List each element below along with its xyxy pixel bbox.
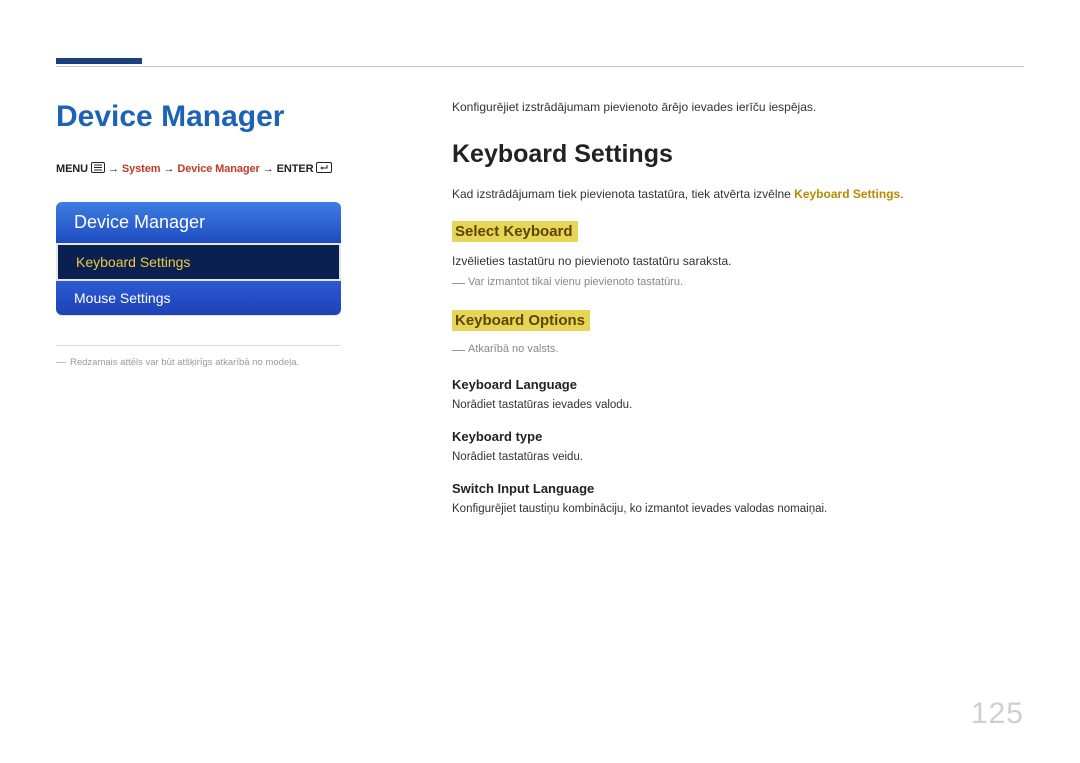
breadcrumb-arrow-2: → bbox=[163, 163, 174, 175]
keyboard-settings-description: Kad izstrādājumam tiek pievienota tastat… bbox=[452, 187, 1027, 201]
left-column: Device Manager MENU → System → Device Ma… bbox=[56, 100, 356, 369]
breadcrumb-enter-label: ENTER bbox=[277, 163, 314, 175]
header-rule bbox=[56, 66, 1024, 67]
subheading-select-keyboard: Select Keyboard bbox=[452, 221, 578, 242]
intro-text: Konfigurējiet izstrādājumam pievienoto ā… bbox=[452, 100, 1027, 114]
breadcrumb: MENU → System → Device Manager → ENTER bbox=[56, 162, 356, 176]
breadcrumb-arrow-1: → bbox=[108, 163, 119, 175]
panel-header: Device Manager bbox=[56, 202, 341, 243]
breadcrumb-menu-label: MENU bbox=[56, 163, 88, 175]
option-switch-input-language: Switch Input Language Konfigurējiet taus… bbox=[452, 481, 1027, 515]
option-text: Norādiet tastatūras ievades valodu. bbox=[452, 399, 1027, 411]
page: Device Manager MENU → System → Device Ma… bbox=[0, 0, 1080, 763]
left-divider bbox=[56, 345, 341, 346]
option-title: Switch Input Language bbox=[452, 481, 1027, 496]
breadcrumb-arrow-3: → bbox=[263, 163, 274, 175]
section-heading-keyboard-settings: Keyboard Settings bbox=[452, 140, 1027, 169]
option-keyboard-language: Keyboard Language Norādiet tastatūras ie… bbox=[452, 377, 1027, 411]
page-title: Device Manager bbox=[56, 100, 356, 134]
device-manager-panel: Device Manager Keyboard Settings Mouse S… bbox=[56, 202, 341, 315]
page-number: 125 bbox=[971, 697, 1024, 731]
description-prefix: Kad izstrādājumam tiek pievienota tastat… bbox=[452, 187, 794, 201]
panel-item-mouse-settings[interactable]: Mouse Settings bbox=[56, 281, 341, 315]
select-keyboard-note: Var izmantot tikai vienu pievienoto tast… bbox=[452, 276, 1027, 288]
panel-item-keyboard-settings[interactable]: Keyboard Settings bbox=[56, 243, 341, 281]
option-text: Norādiet tastatūras veidu. bbox=[452, 451, 1027, 463]
right-column: Konfigurējiet izstrādājumam pievienoto ā… bbox=[452, 100, 1027, 533]
panel-item-label: Keyboard Settings bbox=[76, 254, 190, 270]
breadcrumb-device-manager: Device Manager bbox=[177, 163, 259, 175]
subheading-keyboard-options: Keyboard Options bbox=[452, 310, 590, 331]
select-keyboard-text: Izvēlieties tastatūru no pievienoto tast… bbox=[452, 254, 1027, 268]
panel-item-label: Mouse Settings bbox=[74, 290, 171, 306]
description-highlight: Keyboard Settings bbox=[794, 187, 900, 201]
option-text: Konfigurējiet taustiņu kombināciju, ko i… bbox=[452, 503, 1027, 515]
enter-icon bbox=[316, 162, 332, 176]
option-title: Keyboard type bbox=[452, 429, 1027, 444]
option-title: Keyboard Language bbox=[452, 377, 1027, 392]
header-accent-bar bbox=[56, 58, 142, 64]
description-suffix: . bbox=[900, 187, 903, 201]
menu-icon bbox=[91, 162, 105, 176]
model-disclaimer: Redzamais attēls var būt atšķirīgs atkar… bbox=[56, 356, 356, 369]
option-keyboard-type: Keyboard type Norādiet tastatūras veidu. bbox=[452, 429, 1027, 463]
breadcrumb-system: System bbox=[122, 163, 161, 175]
keyboard-options-note: Atkarībā no valsts. bbox=[452, 343, 1027, 355]
